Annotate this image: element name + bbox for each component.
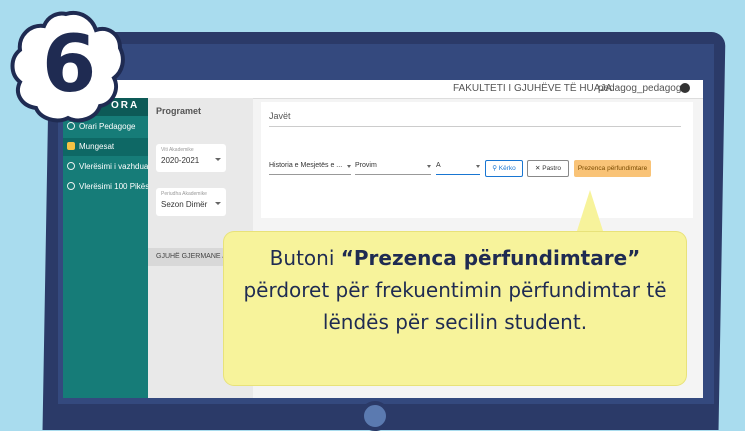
group-select[interactable]: A [436, 162, 480, 175]
check-icon [67, 142, 75, 150]
divider [269, 126, 681, 127]
chevron-down-icon [215, 158, 221, 161]
sidebar-item-label: Vlerësimi 100 Pikësh [79, 182, 154, 191]
group-select-value: A [436, 162, 441, 169]
search-button[interactable]: ⚲ Kërko [485, 160, 523, 177]
search-button-label: Kërko [498, 165, 516, 172]
academic-year-value: 2020-2021 [161, 156, 200, 165]
sidebar-item-label: Vlerësimi i vazhduar [79, 162, 152, 171]
sidebar-item-100-points[interactable]: Vlerësimi 100 Pikësh [63, 178, 154, 196]
search-icon: ⚲ [492, 165, 497, 172]
callout-box: Butoni “Prezenca përfundimtare” përdoret… [224, 232, 686, 385]
chevron-down-icon [215, 202, 221, 205]
chart-icon [67, 182, 75, 190]
chevron-down-icon [427, 165, 431, 168]
chevron-down-icon [347, 165, 351, 168]
sidebar: ORA Orari Pedagoge Mungesat Vlerësimi i … [63, 98, 154, 398]
type-select-value: Provim [355, 162, 377, 169]
sidebar-item-absences[interactable]: Mungesat [63, 138, 148, 156]
clear-button[interactable]: ✕ Pastro [527, 160, 569, 177]
step-badge: 6 [8, 8, 126, 126]
chart-icon [67, 162, 75, 170]
clear-button-label: Pastro [542, 165, 562, 172]
subject-select[interactable]: Historia e Mesjetës e ... [269, 162, 351, 175]
programs-title: Programet [156, 106, 202, 116]
academic-year-select[interactable]: Viti Akademike 2020-2021 [156, 144, 226, 172]
callout-text: Butoni “Prezenca përfundimtare” përdoret… [224, 242, 686, 338]
sidebar-item-label: Mungesat [79, 142, 115, 151]
weeks-panel: Javët Historia e Mesjetës e ... Provim A… [261, 102, 693, 218]
username[interactable]: pedagog_pedagog [598, 83, 681, 94]
final-attendance-button[interactable]: Prezenca përfundimtare [574, 160, 651, 177]
final-attendance-label: Prezenca përfundimtare [577, 165, 648, 172]
callout-text-pre: Butoni [269, 246, 341, 270]
chevron-down-icon [476, 165, 480, 168]
type-select[interactable]: Provim [355, 162, 431, 175]
callout-pointer [576, 190, 604, 234]
academic-period-select[interactable]: Periudha Akademike Sezon Dimër [156, 188, 226, 216]
callout-text-post: përdoret për frekuentimin përfundimtar t… [243, 278, 667, 334]
top-bar: FAKULTETI I GJUHËVE TË HUAJA pedagog_ped… [63, 80, 703, 99]
step-number: 6 [42, 20, 97, 110]
sidebar-item-continuous-grade[interactable]: Vlerësimi i vazhduar [63, 158, 152, 176]
academic-period-value: Sezon Dimër [161, 200, 208, 209]
academic-year-caption: Viti Akademike [161, 147, 194, 153]
subject-select-value: Historia e Mesjetës e ... [269, 162, 343, 169]
weeks-title: Javët [269, 111, 291, 121]
close-icon: ✕ [534, 165, 541, 172]
callout-text-bold: “Prezenca përfundimtare” [340, 246, 641, 270]
user-icon[interactable] [680, 83, 690, 93]
academic-period-caption: Periudha Akademike [161, 191, 207, 197]
faculty-name: FAKULTETI I GJUHËVE TË HUAJA [453, 83, 613, 94]
